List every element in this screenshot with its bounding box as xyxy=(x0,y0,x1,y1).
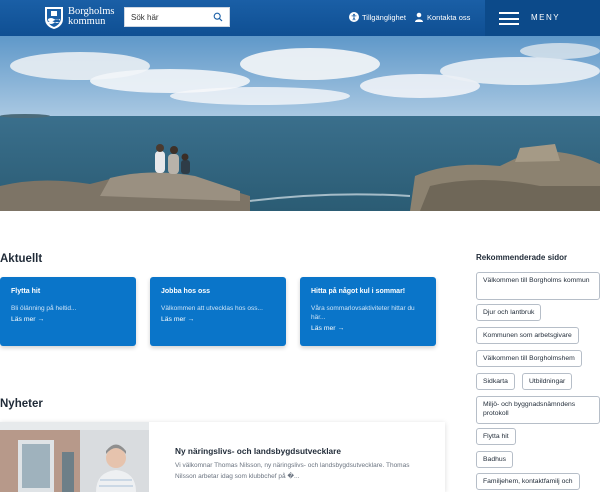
news-photo xyxy=(0,422,149,492)
menu-button[interactable]: MENY xyxy=(485,0,600,36)
recommended-link-djur-och-lantbruk[interactable]: Djur och lantbruk xyxy=(476,304,542,321)
municipality-logo-icon[interactable] xyxy=(44,6,64,30)
card-title: Hitta på något kul i sommar! xyxy=(311,288,406,295)
card-read-more-link[interactable]: Läs mer → xyxy=(11,316,125,323)
menu-label: MENY xyxy=(531,13,561,22)
accessibility-icon xyxy=(349,12,359,22)
card-description: Välkommen att utvecklas hos oss... xyxy=(161,305,263,312)
recommended-link-familjehem[interactable]: Familjehem, kontaktfamilj och xyxy=(476,473,580,490)
search-box xyxy=(124,7,230,27)
aktuellt-card-jobba-hos-oss[interactable]: Jobba hos oss Välkommen att utvecklas ho… xyxy=(150,277,286,346)
contact-label: Kontakta oss xyxy=(427,12,471,22)
card-title: Flytta hit xyxy=(11,288,41,295)
recommended-link-kommunen-som-arbetsgivare[interactable]: Kommunen som arbetsgivare xyxy=(476,327,579,344)
aktuellt-card-sommar[interactable]: Hitta på något kul i sommar! Våra sommar… xyxy=(300,277,436,346)
accessibility-label: Tillgänglighet xyxy=(362,12,406,22)
logo-line-2: kommun xyxy=(68,15,106,27)
aktuellt-card-flytta-hit[interactable]: Flytta hit Bli ölänning på heltid... Läs… xyxy=(0,277,136,346)
hamburger-icon xyxy=(499,12,519,25)
recommended-heading: Rekommenderade sidor xyxy=(476,253,568,262)
hero-image xyxy=(0,36,600,211)
recommended-link-sidkarta[interactable]: Sidkarta xyxy=(476,373,515,390)
card-description: Bli ölänning på heltid... xyxy=(11,305,77,312)
card-read-more-link[interactable]: Läs mer → xyxy=(161,316,275,323)
news-excerpt: Vi välkomnar Thomas Nilsson, ny näringsl… xyxy=(175,462,410,480)
contact-link[interactable]: Kontakta oss xyxy=(414,12,470,22)
search-icon[interactable] xyxy=(213,12,223,22)
search-input[interactable] xyxy=(125,8,211,26)
news-card[interactable]: Ny näringslivs- och landsbygdsutvecklare… xyxy=(0,422,445,492)
recommended-link-miljo-protokoll[interactable]: Miljö- och byggnadsnämndens protokoll xyxy=(476,396,600,424)
nyheter-heading: Nyheter xyxy=(0,398,43,410)
person-icon xyxy=(415,12,423,22)
card-read-more-link[interactable]: Läs mer → xyxy=(311,325,425,332)
recommended-link-flytta-hit[interactable]: Flytta hit xyxy=(476,428,516,445)
site-header: Borgholms kommun Tillgänglighet Kontakta… xyxy=(0,0,600,36)
accessibility-link[interactable]: Tillgänglighet xyxy=(349,12,406,22)
recommended-link-utbildningar[interactable]: Utbildningar xyxy=(522,373,573,390)
news-title[interactable]: Ny näringslivs- och landsbygdsutvecklare xyxy=(175,446,341,456)
card-title: Jobba hos oss xyxy=(161,288,211,295)
recommended-link-valkommen-borgholms-kommun[interactable]: Välkommen till Borgholms kommun xyxy=(476,272,600,300)
recommended-link-badhus[interactable]: Badhus xyxy=(476,451,514,468)
aktuellt-heading: Aktuellt xyxy=(0,253,43,265)
card-description: Våra sommarlovsaktiviteter hittar du här… xyxy=(311,305,415,321)
recommended-link-valkommen-borgholmshem[interactable]: Välkommen till Borgholmshem xyxy=(476,350,582,367)
logo-text[interactable]: Borgholms kommun xyxy=(68,7,114,26)
